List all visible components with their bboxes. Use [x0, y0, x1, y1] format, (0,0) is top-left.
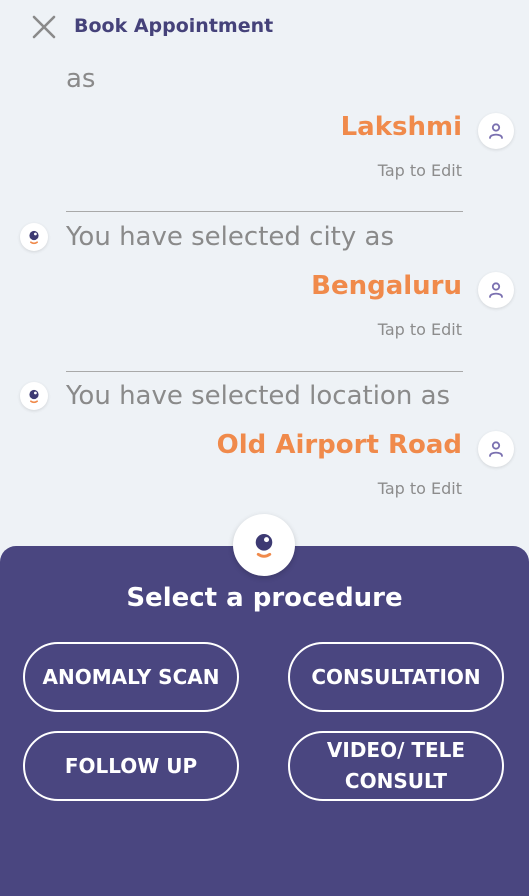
bot-face-icon — [29, 230, 39, 245]
user-icon — [489, 123, 503, 139]
bot-avatar-large — [233, 514, 295, 576]
close-button[interactable] — [28, 12, 60, 44]
location-answer: Old Airport Road — [216, 430, 462, 460]
consultation-button[interactable]: CONSULTATION — [288, 642, 504, 712]
edit-city-button[interactable] — [478, 272, 514, 308]
app-header: Book Appointment — [0, 0, 529, 56]
edit-name-button[interactable] — [478, 113, 514, 149]
city-question: You have selected city as — [66, 222, 394, 252]
tap-to-edit-name[interactable]: Tap to Edit — [378, 161, 462, 180]
name-answer: Lakshmi — [340, 112, 462, 142]
location-question: You have selected location as — [66, 381, 451, 411]
city-answer: Bengaluru — [311, 271, 462, 301]
anomaly-scan-button[interactable]: ANOMALY SCAN — [23, 642, 239, 712]
user-icon — [489, 282, 503, 298]
video-tele-consult-button[interactable]: VIDEO/ TELE CONSULT — [288, 731, 504, 801]
tap-to-edit-city[interactable]: Tap to Edit — [378, 320, 462, 339]
bot-avatar — [20, 382, 48, 410]
bot-face-icon — [29, 389, 39, 404]
divider — [66, 371, 463, 372]
divider — [66, 211, 463, 212]
previous-question-tail: as — [66, 64, 96, 94]
follow-up-button[interactable]: FOLLOW UP — [23, 731, 239, 801]
procedure-panel-title: Select a procedure — [126, 583, 403, 613]
close-icon — [32, 15, 56, 39]
bot-avatar — [20, 223, 48, 251]
edit-location-button[interactable] — [478, 431, 514, 467]
bot-face-icon — [255, 534, 273, 558]
page-title: Book Appointment — [74, 15, 274, 37]
user-icon — [489, 441, 503, 457]
tap-to-edit-location[interactable]: Tap to Edit — [378, 479, 462, 498]
